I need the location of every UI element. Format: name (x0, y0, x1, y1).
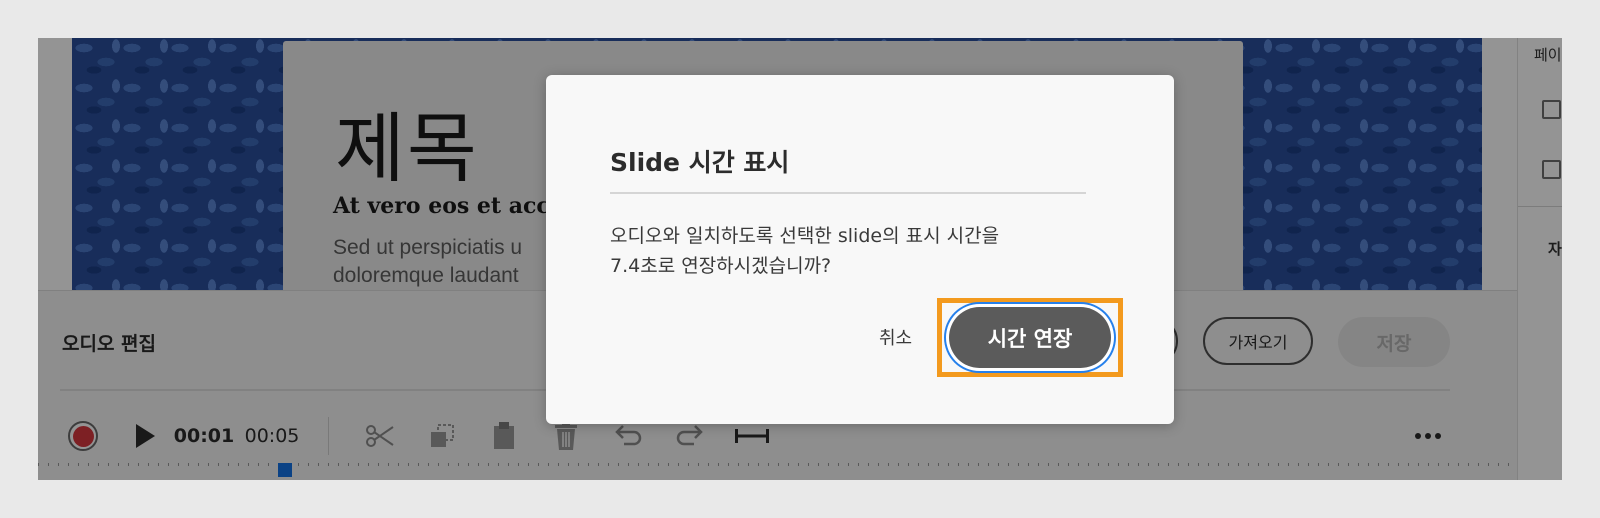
dialog-title: Slide 시간 표시 (610, 148, 790, 177)
extend-time-button-label: 시간 연장 (987, 326, 1073, 351)
dialog-message-line: 7.4초로 연장하시겠습니까? (610, 255, 832, 277)
cancel-button[interactable]: 취소 (879, 324, 912, 350)
dialog-divider (610, 192, 1086, 194)
dialog-message-line: 오디오와 일치하도록 선택한 slide의 표시 시간을 (610, 225, 1000, 247)
extend-time-button[interactable]: 시간 연장 (949, 307, 1111, 368)
slide-time-dialog: Slide 시간 표시 오디오와 일치하도록 선택한 slide의 표시 시간을… (546, 75, 1174, 424)
dialog-message: 오디오와 일치하도록 선택한 slide의 표시 시간을 7.4초로 연장하시겠… (610, 221, 1120, 281)
